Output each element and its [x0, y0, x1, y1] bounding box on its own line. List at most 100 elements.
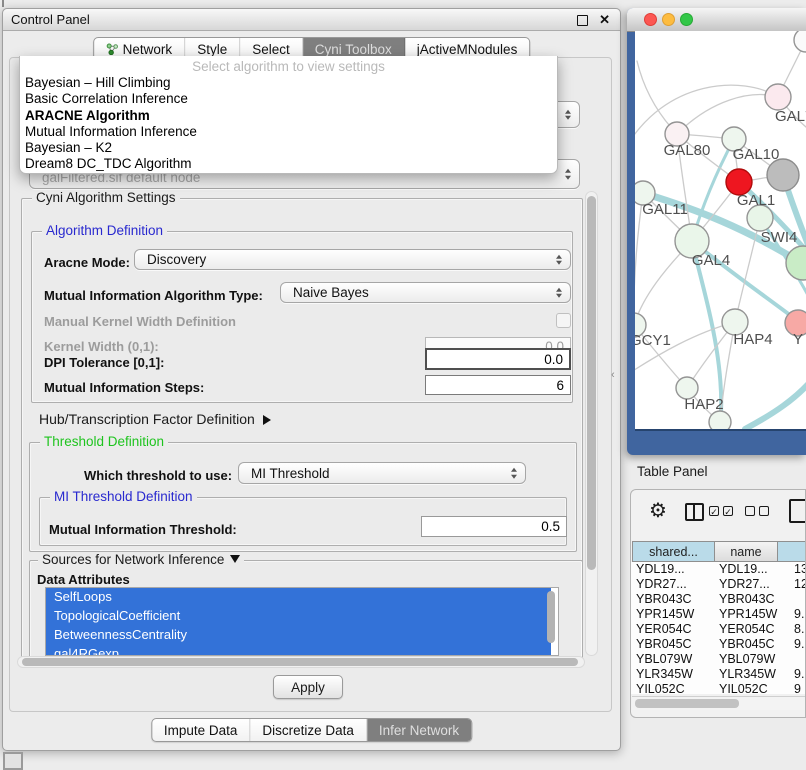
mi-threshold-value: 0.5 — [541, 519, 560, 534]
algorithm-option-mutual-information-inference[interactable]: Mutual Information Inference — [20, 124, 557, 140]
table-row[interactable]: YBR043CYBR043C — [631, 592, 806, 607]
hub-definition-disclosure[interactable]: Hub/Transcription Factor Definition — [39, 411, 271, 427]
network-window-titlebar[interactable] — [627, 8, 806, 32]
table-panel: ⚙ ✓ ✓ shared...name YDL19...YDL19...13YD… — [630, 489, 806, 718]
table-cell: YDR27... — [636, 577, 687, 592]
attribute-item-selfloops[interactable]: SelfLoops — [46, 588, 551, 607]
algorithm-option-dream8-dc-tdc-algorithm[interactable]: Dream8 DC_TDC Algorithm — [20, 156, 557, 172]
algorithm-option-bayesian-hill-climbing[interactable]: Bayesian – Hill Climbing — [20, 75, 557, 91]
table-cell: YDL19... — [636, 562, 685, 577]
algorithm-definition-title: Algorithm Definition — [42, 223, 167, 238]
tab-infer-network[interactable]: Infer Network — [367, 719, 471, 741]
table-cell: YBL079W — [719, 652, 775, 667]
split-columns-icon[interactable] — [685, 503, 704, 521]
dpi-tolerance-field[interactable]: 0.0 — [425, 348, 571, 370]
panel-splitter-handle[interactable]: ‹ — [611, 369, 615, 381]
zoom-button[interactable] — [680, 13, 693, 26]
cropped-ui-fragment — [3, 752, 23, 770]
table-cell: YPR145W — [636, 607, 694, 622]
mi-steps-field[interactable]: 6 — [425, 375, 571, 395]
gear-icon[interactable]: ⚙ — [649, 500, 667, 522]
table-cell: YBR045C — [719, 637, 775, 652]
manual-kernel-width-checkbox[interactable] — [556, 313, 571, 328]
table-cell: 9 — [794, 682, 801, 694]
algorithm-option-basic-correlation-inference[interactable]: Basic Correlation Inference — [20, 91, 557, 107]
column-header-shared[interactable]: shared... — [632, 541, 715, 562]
node-label-gal7: GAL7 — [775, 108, 806, 125]
apply-button[interactable]: Apply — [273, 675, 343, 699]
aracne-mode-value: Discovery — [147, 252, 206, 267]
attribute-item-topologicalcoefficient[interactable]: TopologicalCoefficient — [46, 607, 551, 626]
checked-box-icon[interactable]: ✓ — [723, 506, 733, 516]
settings-vscroll-thumb[interactable] — [587, 196, 596, 570]
minimize-button[interactable] — [662, 13, 675, 26]
tab-label: Discretize Data — [262, 723, 354, 738]
mi-steps-value: 6 — [556, 378, 564, 393]
network-node[interactable] — [786, 246, 806, 280]
stepper-arrows-icon — [565, 109, 571, 120]
table-cell: 13 — [794, 562, 806, 577]
close-button[interactable] — [644, 13, 657, 26]
unchecked-box-icon[interactable] — [745, 506, 755, 516]
dpi-tolerance-label: DPI Tolerance [0,1]: — [44, 355, 164, 370]
table-cell: YER054C — [636, 622, 692, 637]
tab-label: jActiveMNodules — [417, 42, 518, 57]
aracne-mode-combo[interactable]: Discovery — [134, 249, 571, 270]
disclosure-right-icon — [263, 415, 271, 425]
table-row[interactable]: YDL19... YDL19... 13 — [631, 562, 806, 577]
network-canvas[interactable]: GAL7GAL80GAL10GAL1GAL11SWI4GAL4GCY1HAP4Y… — [635, 31, 806, 431]
tab-label: Style — [197, 42, 227, 57]
algorithm-option-bayesian-k2[interactable]: Bayesian – K2 — [20, 140, 557, 156]
network-edge[interactable] — [745, 381, 806, 429]
node-label-hap4: HAP4 — [733, 331, 772, 348]
table-cell: 9. — [794, 607, 804, 622]
network-node[interactable] — [767, 159, 799, 191]
stepper-arrows-icon — [556, 254, 562, 265]
mi-algorithm-type-combo[interactable]: Naive Bayes — [280, 282, 571, 303]
checked-box-icon[interactable]: ✓ — [709, 506, 719, 516]
column-header-hidden[interactable] — [777, 541, 806, 562]
node-label-gal80: GAL80 — [664, 142, 711, 159]
mi-threshold-group-title: MI Threshold Definition — [50, 489, 197, 504]
column-header-name[interactable]: name — [714, 541, 778, 562]
float-window-icon[interactable] — [577, 15, 588, 26]
network-node[interactable] — [794, 31, 806, 52]
node-label-gal4: GAL4 — [692, 252, 730, 269]
algorithm-option-aracne-algorithm[interactable]: ARACNE Algorithm — [20, 108, 557, 124]
table-panel-title: Table Panel — [637, 464, 708, 479]
attribute-item-gal4rgexp[interactable]: gal4RGexp — [46, 645, 551, 656]
unchecked-box-icon[interactable] — [759, 506, 769, 516]
control-panel-titlebar[interactable]: Control Panel ✕ — [3, 9, 620, 31]
network-node-gal7[interactable] — [765, 84, 791, 110]
which-threshold-combo[interactable]: MI Threshold — [238, 462, 526, 484]
table-row[interactable]: YIL052CYIL052C9 — [631, 682, 806, 694]
table-hscroll-thumb[interactable] — [635, 699, 739, 708]
tab-impute-data[interactable]: Impute Data — [152, 719, 251, 741]
node-table: YDL19...YDL19...13YDR27...YDR27...12YBR0… — [631, 562, 806, 694]
mi-threshold-field[interactable]: 0.5 — [421, 516, 567, 537]
table-row[interactable]: YBR045CYBR045C9. — [631, 637, 806, 652]
document-icon[interactable] — [789, 499, 806, 523]
table-row[interactable]: YPR145W YPR145W 9. — [631, 607, 806, 622]
network-node[interactable] — [709, 411, 731, 429]
tab-discretize-data[interactable]: Discretize Data — [250, 719, 367, 741]
settings-vertical-scrollbar[interactable] — [585, 191, 598, 656]
table-row[interactable]: YLR345WYLR345W9. — [631, 667, 806, 682]
table-cell: YIL052C — [636, 682, 685, 694]
network-icon — [106, 43, 118, 55]
table-cell: YDL19... — [719, 562, 768, 577]
table-cell: YPR145W — [719, 607, 777, 622]
table-row[interactable]: YDR27...YDR27...12 — [631, 577, 806, 592]
settings-hscroll-thumb[interactable] — [22, 658, 578, 666]
attribute-item-betweennesscentrality[interactable]: BetweennessCentrality — [46, 626, 551, 645]
table-horizontal-scrollbar[interactable] — [632, 696, 806, 710]
table-row[interactable]: YER054CYER054C8. — [631, 622, 806, 637]
disclosure-down-icon — [230, 555, 240, 563]
close-panel-icon[interactable]: ✕ — [599, 12, 610, 28]
table-row[interactable]: YBL079WYBL079W — [631, 652, 806, 667]
dpi-tolerance-value: 0.0 — [544, 352, 563, 367]
sources-disclosure[interactable]: Sources for Network Inference — [38, 552, 244, 567]
settings-horizontal-scrollbar[interactable] — [17, 656, 585, 668]
attributes-list-scrollbar[interactable] — [547, 591, 555, 643]
stepper-arrows-icon — [556, 287, 562, 298]
